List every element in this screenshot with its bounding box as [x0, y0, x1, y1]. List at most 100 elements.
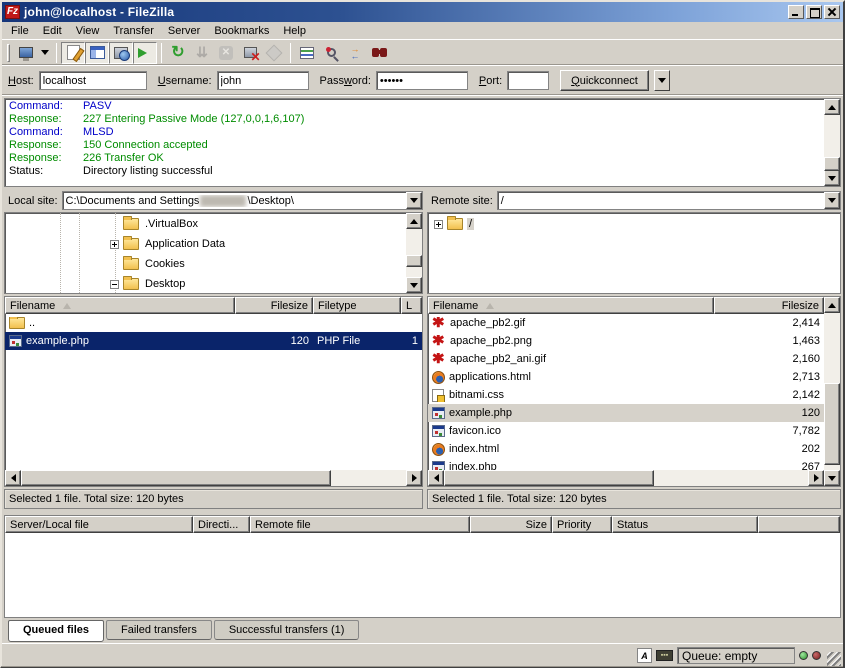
file-row[interactable]: ✱apache_pb2.gif2,414 [428, 314, 824, 332]
menu-bookmarks[interactable]: Bookmarks [207, 24, 276, 38]
menu-edit[interactable]: Edit [36, 24, 69, 38]
toggle-remote-tree-icon [114, 47, 128, 59]
open-folder-icon [447, 218, 463, 230]
quickconnect-dropdown[interactable] [654, 70, 670, 91]
column-header-size[interactable]: Size [470, 516, 552, 533]
toggle-message-log-button[interactable] [61, 42, 85, 64]
scroll-down-icon[interactable] [824, 170, 840, 186]
menu-bar: File Edit View Transfer Server Bookmarks… [2, 22, 843, 40]
tree-item-cookies[interactable]: Cookies [5, 254, 406, 274]
tab-successful-transfers[interactable]: Successful transfers (1) [214, 620, 360, 640]
local-list-hscrollbar[interactable] [5, 470, 422, 486]
local-file-list-pane: Filename Filesize Filetype L .. example.… [4, 294, 423, 509]
close-button[interactable] [824, 5, 840, 19]
column-header-filetype[interactable]: Filetype [313, 297, 401, 314]
menu-help[interactable]: Help [276, 24, 313, 38]
file-row-example-php[interactable]: example.php120 [428, 404, 824, 422]
toolbar-separator [161, 43, 162, 63]
collapse-minus-icon[interactable] [110, 280, 119, 289]
scrollbar-thumb[interactable] [21, 470, 331, 486]
column-header-lastmodified[interactable]: L [401, 297, 422, 314]
find-files-button[interactable] [367, 42, 391, 64]
local-tree-scrollbar[interactable] [406, 213, 422, 293]
resize-grip[interactable] [827, 652, 841, 666]
password-label: Password: [320, 75, 371, 87]
recv-activity-led-icon [799, 651, 808, 660]
file-row[interactable]: index.html202 [428, 440, 824, 458]
menu-transfer[interactable]: Transfer [106, 24, 161, 38]
scrollbar-thumb[interactable] [444, 470, 654, 486]
remote-file-list-pane: Filename Filesize ✱apache_pb2.gif2,414 ✱… [427, 294, 841, 509]
tab-queued-files[interactable]: Queued files [8, 620, 104, 642]
site-manager-button[interactable] [14, 42, 38, 64]
file-row[interactable]: favicon.ico7,782 [428, 422, 824, 440]
file-row-example-php[interactable]: example.php 120 PHP File 1 [5, 332, 422, 350]
username-input[interactable] [217, 71, 309, 90]
process-queue-button[interactable]: ⇊ [190, 42, 214, 64]
expand-plus-icon[interactable] [110, 240, 119, 249]
password-input[interactable] [376, 71, 468, 90]
column-header-remote-file[interactable]: Remote file [250, 516, 470, 533]
tree-item-virtualbox[interactable]: .VirtualBox [5, 214, 406, 234]
scroll-left-icon[interactable] [5, 470, 21, 486]
column-header-status[interactable]: Status [612, 516, 758, 533]
column-header-filename[interactable]: Filename [5, 297, 235, 314]
reconnect-button[interactable] [262, 42, 286, 64]
host-input[interactable] [39, 71, 147, 90]
toggle-queue-button[interactable] [133, 42, 157, 64]
scrollbar-thumb[interactable] [406, 255, 422, 267]
file-row[interactable]: ✱apache_pb2_ani.gif2,160 [428, 350, 824, 368]
column-header-filesize[interactable]: Filesize [235, 297, 313, 314]
menu-file[interactable]: File [4, 24, 36, 38]
column-header-direction[interactable]: Directi... [193, 516, 250, 533]
menu-view[interactable]: View [69, 24, 107, 38]
file-row-parent[interactable]: .. [5, 314, 422, 332]
local-site-combo[interactable]: C:\Documents and Settings\Desktop\ [62, 191, 423, 210]
tree-item-application-data[interactable]: Application Data [5, 234, 406, 254]
maximize-button[interactable] [806, 5, 822, 19]
log-scrollbar[interactable] [824, 99, 840, 186]
site-manager-dropdown[interactable] [38, 42, 52, 64]
cancel-operation-button[interactable]: ✕ [214, 42, 238, 64]
remote-list-hscrollbar[interactable] [428, 470, 824, 486]
file-row[interactable]: index.php267 [428, 458, 824, 470]
scroll-left-icon[interactable] [428, 470, 444, 486]
toggle-local-tree-button[interactable] [85, 42, 109, 64]
file-row[interactable]: ✱apache_pb2.png1,463 [428, 332, 824, 350]
scroll-down-icon[interactable] [406, 277, 422, 293]
directory-compare-button[interactable] [319, 42, 343, 64]
filter-button[interactable] [295, 42, 319, 64]
scroll-up-icon[interactable] [824, 297, 840, 313]
scrollbar-thumb[interactable] [824, 383, 840, 465]
tab-failed-transfers[interactable]: Failed transfers [106, 620, 212, 640]
quickconnect-button[interactable]: Quickconnect [560, 70, 649, 91]
scroll-down-icon[interactable] [824, 470, 840, 486]
scroll-up-icon[interactable] [406, 213, 422, 229]
remote-site-combo[interactable]: / [497, 191, 841, 210]
file-row[interactable]: bitnami.css2,142 [428, 386, 824, 404]
column-header-server-local-file[interactable]: Server/Local file [5, 516, 193, 533]
expand-plus-icon[interactable] [434, 220, 443, 229]
tree-item-desktop[interactable]: Desktop [5, 274, 406, 294]
remote-list-vscrollbar[interactable] [824, 297, 840, 486]
toggle-remote-tree-button[interactable] [109, 42, 133, 64]
column-header-priority[interactable]: Priority [552, 516, 612, 533]
column-header-filesize[interactable]: Filesize [714, 297, 824, 314]
toolbar-grip[interactable] [7, 44, 10, 62]
disconnect-button[interactable]: ✕ [238, 42, 262, 64]
scroll-right-icon[interactable] [406, 470, 422, 486]
sync-browsing-button[interactable]: →← [343, 42, 367, 64]
tree-item-root[interactable]: / [428, 214, 840, 234]
scroll-right-icon[interactable] [808, 470, 824, 486]
file-row[interactable]: applications.html2,713 [428, 368, 824, 386]
menu-server[interactable]: Server [161, 24, 207, 38]
port-input[interactable] [507, 71, 549, 90]
scroll-up-icon[interactable] [824, 99, 840, 115]
scrollbar-thumb[interactable] [824, 157, 840, 171]
refresh-button[interactable]: ↻ [166, 42, 190, 64]
local-site-dropdown[interactable] [406, 192, 422, 209]
remote-site-dropdown[interactable] [824, 192, 840, 209]
column-header-filename[interactable]: Filename [428, 297, 714, 314]
compare-icon [327, 48, 336, 57]
minimize-button[interactable] [788, 5, 804, 19]
